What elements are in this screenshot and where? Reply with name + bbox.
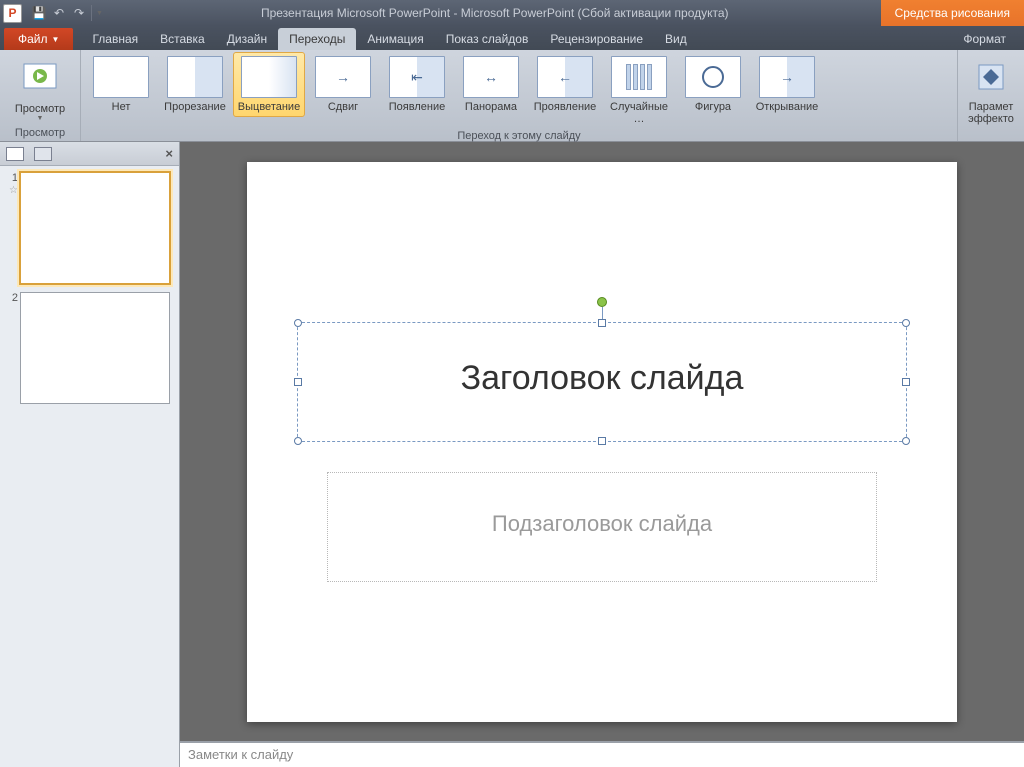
title-placeholder[interactable]: Заголовок слайда — [297, 322, 907, 442]
handle-bottom-right[interactable] — [902, 437, 910, 445]
preview-label: Просмотр — [15, 103, 65, 115]
undo-icon[interactable]: ↶ — [51, 5, 67, 21]
quick-access-toolbar: 💾 ↶ ↷ ▼ — [25, 5, 109, 21]
tab-design[interactable]: Дизайн — [216, 28, 278, 50]
transition-split-label: Панорама — [465, 101, 517, 113]
transition-random-bars[interactable]: Случайные … — [603, 52, 675, 129]
preview-chevron-icon: ▼ — [37, 115, 44, 122]
thumb-1-animation-icon: ☆ — [9, 185, 18, 196]
transition-split-icon: ↔ — [463, 56, 519, 98]
transition-random-bars-icon — [611, 56, 667, 98]
app-logo: P — [3, 4, 22, 23]
slides-tab-icon[interactable] — [6, 147, 24, 161]
transition-cut[interactable]: Прорезание — [159, 52, 231, 117]
thumb-1-preview — [20, 172, 170, 284]
effect-options-icon — [963, 56, 1019, 98]
tab-format[interactable]: Формат — [945, 28, 1024, 50]
redo-icon[interactable]: ↷ — [71, 5, 87, 21]
transition-none-label: Нет — [112, 101, 131, 113]
handle-bottom-mid[interactable] — [598, 437, 606, 445]
save-icon[interactable]: 💾 — [31, 5, 47, 21]
transition-reveal-icon: ← — [537, 56, 593, 98]
handle-bottom-left[interactable] — [294, 437, 302, 445]
handle-mid-right[interactable] — [902, 378, 910, 386]
transition-fade[interactable]: Выцветание — [233, 52, 305, 117]
tab-insert[interactable]: Вставка — [149, 28, 216, 50]
slide-panel-tabs: × — [0, 142, 179, 166]
slide[interactable]: Заголовок слайда Подзаголовок слайда — [247, 162, 957, 722]
thumbnails-list: 1 ☆ 2 — [0, 166, 179, 767]
tab-review[interactable]: Рецензирование — [539, 28, 654, 50]
group-transitions: Нет Прорезание Выцветание → Сдвиг ⇤ Появ… — [81, 50, 958, 141]
subtitle-placeholder[interactable]: Подзаголовок слайда — [327, 472, 877, 582]
notes-pane[interactable]: Заметки к слайду — [180, 741, 1024, 767]
transition-wipe-icon: ⇤ — [389, 56, 445, 98]
thumb-2-preview — [20, 292, 170, 404]
effect-options-button[interactable]: Парамет эффекто — [962, 52, 1020, 129]
drawing-tools-tab[interactable]: Средства рисования — [881, 0, 1024, 26]
tab-transitions[interactable]: Переходы — [278, 28, 356, 50]
slide-panel: × 1 ☆ 2 — [0, 142, 180, 767]
thumb-1-number: 1 — [12, 172, 18, 184]
group-preview-label: Просмотр — [4, 126, 76, 141]
ribbon: Просмотр ▼ Просмотр Нет Прорезание Выцве… — [0, 50, 1024, 142]
handle-top-right[interactable] — [902, 319, 910, 327]
transition-push[interactable]: → Сдвиг — [307, 52, 379, 117]
transition-shape-label: Фигура — [695, 101, 731, 113]
subtitle-text[interactable]: Подзаголовок слайда — [328, 473, 876, 575]
transition-uncover-icon: → — [759, 56, 815, 98]
thumbnail-1[interactable]: 1 ☆ — [6, 172, 173, 284]
file-tab[interactable]: Файл ▼ — [4, 28, 73, 50]
transition-cut-label: Прорезание — [164, 101, 226, 113]
handle-top-left[interactable] — [294, 319, 302, 327]
file-dropdown-icon: ▼ — [52, 35, 60, 44]
transition-none-icon — [93, 56, 149, 98]
transition-reveal[interactable]: ← Проявление — [529, 52, 601, 117]
transition-fade-icon — [241, 56, 297, 98]
transition-uncover[interactable]: → Открывание — [751, 52, 823, 117]
effect-options-label: Парамет эффекто — [968, 101, 1014, 125]
ribbon-tabs: Файл ▼ Главная Вставка Дизайн Переходы А… — [0, 26, 1024, 50]
canvas-area: Заголовок слайда Подзаголовок слайда Зам… — [180, 142, 1024, 767]
transition-uncover-label: Открывание — [756, 101, 819, 113]
handle-mid-left[interactable] — [294, 378, 302, 386]
transition-shape[interactable]: Фигура — [677, 52, 749, 117]
transition-reveal-label: Проявление — [534, 101, 597, 113]
rotate-handle[interactable] — [597, 297, 607, 307]
handle-top-mid[interactable] — [598, 319, 606, 327]
transition-random-bars-label: Случайные … — [606, 101, 672, 125]
qat-separator — [91, 5, 92, 21]
outline-tab-icon[interactable] — [34, 147, 52, 161]
close-panel-icon[interactable]: × — [165, 146, 173, 161]
group-effect-options: Парамет эффекто — [958, 50, 1024, 141]
title-bar: P 💾 ↶ ↷ ▼ Презентация Microsoft PowerPoi… — [0, 0, 1024, 26]
transition-push-label: Сдвиг — [328, 101, 358, 113]
transition-cut-icon — [167, 56, 223, 98]
tab-slideshow[interactable]: Показ слайдов — [435, 28, 540, 50]
window-title: Презентация Microsoft PowerPoint - Micro… — [109, 6, 881, 20]
workspace: × 1 ☆ 2 — [0, 142, 1024, 767]
thumb-2-number: 2 — [6, 292, 20, 404]
transition-wipe[interactable]: ⇤ Появление — [381, 52, 453, 117]
title-text[interactable]: Заголовок слайда — [298, 323, 906, 434]
transition-none[interactable]: Нет — [85, 52, 157, 117]
tab-animation[interactable]: Анимация — [356, 28, 434, 50]
thumbnail-2[interactable]: 2 — [6, 292, 173, 404]
transition-push-icon: → — [315, 56, 371, 98]
qat-dropdown-icon[interactable]: ▼ — [96, 10, 103, 17]
preview-button[interactable]: Просмотр ▼ — [4, 52, 76, 126]
transition-split[interactable]: ↔ Панорама — [455, 52, 527, 117]
transition-shape-icon — [685, 56, 741, 98]
group-preview: Просмотр ▼ Просмотр — [0, 50, 81, 141]
preview-icon — [18, 56, 62, 100]
transition-wipe-label: Появление — [389, 101, 445, 113]
transition-fade-label: Выцветание — [238, 101, 300, 113]
canvas-scroll[interactable]: Заголовок слайда Подзаголовок слайда — [180, 142, 1024, 741]
tab-home[interactable]: Главная — [81, 28, 149, 50]
file-tab-label: Файл — [18, 32, 48, 46]
tab-view[interactable]: Вид — [654, 28, 698, 50]
